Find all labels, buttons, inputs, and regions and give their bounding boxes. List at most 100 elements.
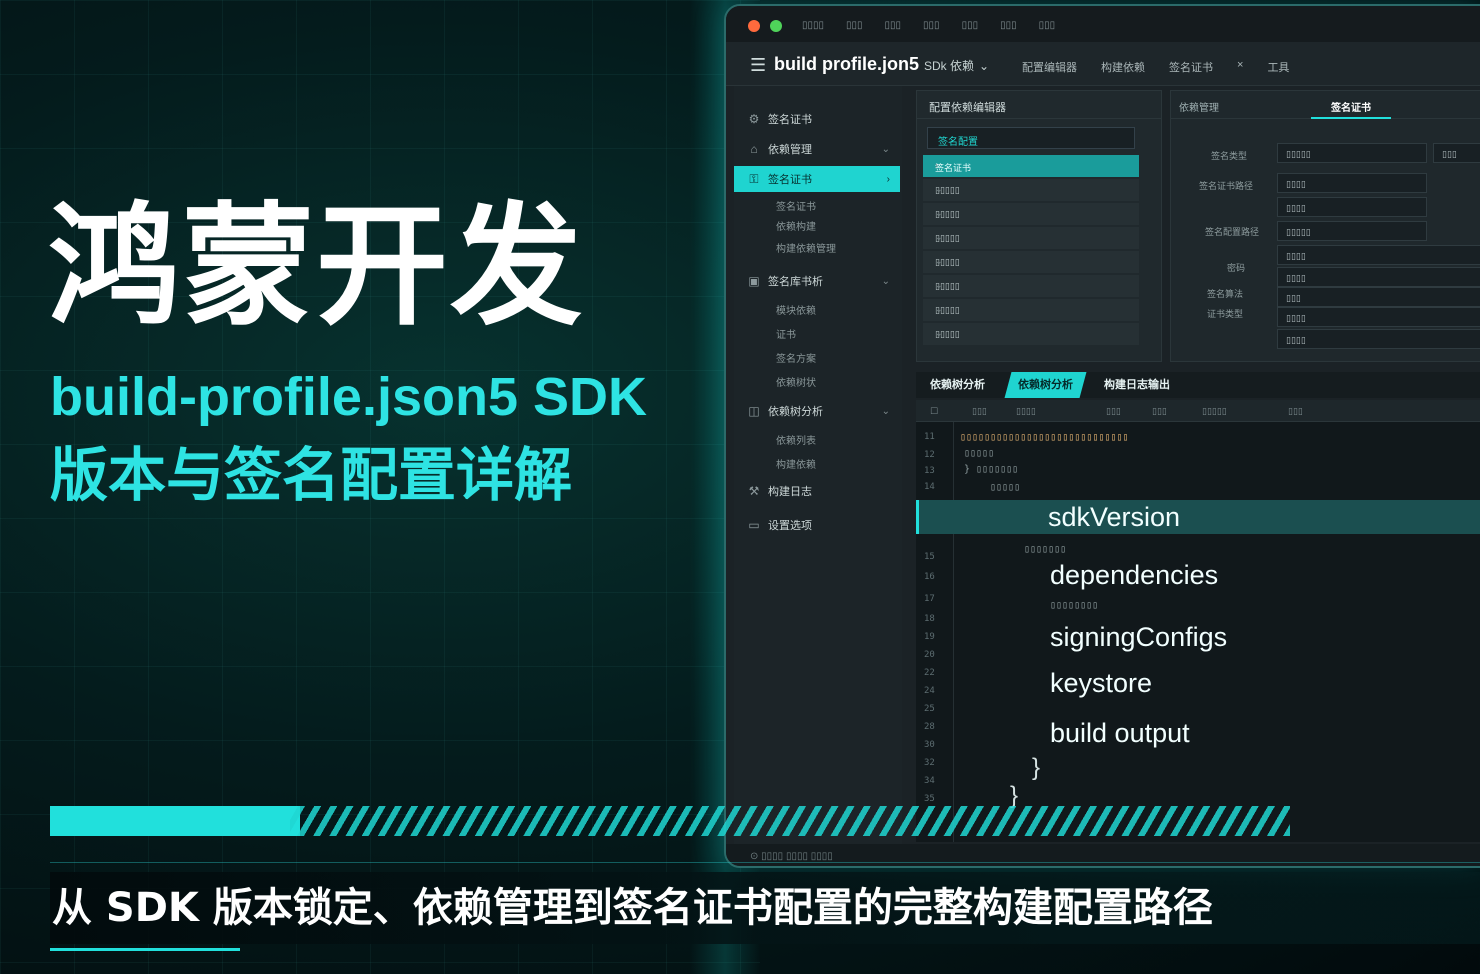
close-icon[interactable]: × bbox=[1237, 59, 1243, 75]
tab-signing[interactable]: 签名证书 bbox=[1331, 99, 1371, 114]
divider bbox=[50, 862, 1480, 863]
sidebar-item[interactable]: ◫ 依赖树分析 ⌄ bbox=[734, 398, 900, 424]
sidebar-subitem[interactable]: 签名方案 bbox=[776, 350, 816, 365]
chat-icon: ▭ bbox=[748, 518, 760, 532]
line-number-gutter: 11 12 13 14 12 13 15 16 17 18 19 20 22 2… bbox=[916, 422, 954, 842]
panel-header: 配置依赖编辑器 bbox=[917, 91, 1161, 119]
menu-item[interactable]: ▯▯▯▯ bbox=[802, 20, 824, 31]
sidebar-subitem[interactable]: 依赖列表 bbox=[776, 432, 816, 447]
code-key-sdkversion: sdkVersion bbox=[1048, 502, 1181, 532]
hero-subtitle-line1: build-profile.json5 SDK bbox=[50, 367, 648, 427]
tab-dependency-tree[interactable]: 依赖树分析 bbox=[920, 372, 995, 398]
active-tab-underline bbox=[1311, 117, 1391, 119]
sidebar-subitem[interactable]: 模块依赖 bbox=[776, 302, 816, 317]
tab-dependency-tree-active[interactable]: 依赖树分析 bbox=[1004, 372, 1087, 398]
sidebar-item[interactable]: ▭ 设置选项 bbox=[734, 512, 900, 538]
chevron-right-icon: › bbox=[886, 173, 890, 185]
box-icon: ▣ bbox=[748, 274, 760, 288]
form-field[interactable]: ▯▯▯▯ bbox=[1277, 307, 1480, 327]
code-key-signingconfigs: signingConfigs bbox=[1050, 622, 1228, 652]
close-dot[interactable] bbox=[748, 20, 760, 32]
form-label: 签名配置路径 bbox=[1205, 227, 1260, 237]
list-item[interactable]: ▯▯▯▯▯ ⌄ bbox=[923, 227, 1139, 249]
banner-text: 从 SDK 版本锁定、依赖管理到签名证书配置的完整构建配置路径 bbox=[52, 885, 1213, 931]
chevron-down-icon[interactable]: ⌄ bbox=[979, 59, 989, 73]
form-field[interactable]: ▯▯▯ bbox=[1433, 143, 1480, 163]
sidebar-item-active[interactable]: ⚿ 签名证书 › bbox=[734, 166, 900, 192]
code-key-build-output: build output bbox=[1050, 718, 1190, 748]
code-line: } ▯▯▯▯▯▯▯ bbox=[964, 464, 1019, 475]
sidebar: ⚙ 签名证书 ⌂ 依赖管理 ⌄ ⚿ 签名证书 › 签名证书 依赖构建 构建依赖管理 ▣ 签名… bbox=[734, 86, 902, 846]
config-select[interactable]: 签名配置 bbox=[927, 127, 1135, 149]
menu-item[interactable]: ▯▯▯ bbox=[1039, 20, 1056, 31]
form-label: 签名算法 bbox=[1207, 289, 1244, 299]
form-field[interactable]: ▯▯▯ bbox=[1277, 287, 1480, 307]
toolbar: ☰ build profile.jon5 SDk 依赖 ⌄ 配置编辑器 构建依赖… bbox=[726, 42, 1480, 86]
list-item[interactable]: ▯▯▯▯▯ ⌄ bbox=[923, 275, 1139, 297]
sidebar-subitem[interactable]: 证书 bbox=[776, 326, 796, 341]
toolbar-item[interactable]: 配置编辑器 bbox=[1022, 59, 1077, 75]
list-item[interactable]: ▯▯▯▯▯ ⌄ bbox=[923, 179, 1139, 201]
sidebar-item[interactable]: ⚒ 构建日志 bbox=[734, 478, 900, 504]
list-item[interactable]: ▯▯▯▯▯ ⌄ bbox=[923, 203, 1139, 225]
code-editor[interactable]: 11 12 13 14 12 13 15 16 17 18 19 20 22 2… bbox=[916, 422, 1480, 842]
sidebar-item[interactable]: ⚙ 签名证书 bbox=[734, 106, 900, 132]
title-bar: ▯▯▯▯ ▯▯▯ ▯▯▯ ▯▯▯ ▯▯▯ ▯▯▯ ▯▯▯ bbox=[726, 6, 1480, 42]
sidebar-item[interactable]: ⌂ 依赖管理 ⌄ bbox=[734, 136, 900, 162]
code-line: ▯▯▯▯▯ bbox=[964, 448, 995, 459]
accent-hatch bbox=[290, 806, 1290, 836]
list-item[interactable]: ▯▯▯▯▯ ⌄ bbox=[923, 323, 1139, 345]
closing-brace: } bbox=[1032, 754, 1041, 781]
form-field[interactable]: ▯▯▯▯▯ bbox=[1277, 221, 1427, 241]
sidebar-subitem[interactable]: 构建依赖管理 bbox=[776, 240, 836, 255]
form-select[interactable]: ▯▯▯▯ bbox=[1277, 173, 1427, 193]
list-item[interactable]: ▯▯▯▯▯ ⌄ bbox=[923, 251, 1139, 273]
form-tabs: 依赖管理 签名证书 bbox=[1171, 91, 1480, 119]
menu-icon[interactable]: ☰ bbox=[750, 55, 766, 76]
tree-icon: ◫ bbox=[748, 404, 760, 418]
toolbar-item[interactable]: 签名证书 bbox=[1169, 59, 1213, 75]
home-icon: ⌂ bbox=[750, 142, 758, 156]
menu-item[interactable]: ▯▯▯ bbox=[923, 20, 940, 31]
checkbox-icon[interactable]: ☐ bbox=[930, 406, 938, 417]
code-line: ▯▯▯▯▯▯▯▯ bbox=[1050, 600, 1099, 611]
chevron-down-icon[interactable]: ⌄ bbox=[882, 276, 890, 287]
sidebar-subitem[interactable]: 依赖树状 bbox=[776, 374, 816, 389]
log-icon: ⚒ bbox=[748, 484, 760, 498]
list-item[interactable]: ▯▯▯▯▯ ⌄ bbox=[923, 299, 1139, 321]
sidebar-subitem[interactable]: 依赖构建 bbox=[776, 218, 816, 233]
chevron-down-icon[interactable]: ⌄ bbox=[882, 144, 890, 155]
sidebar-subitem[interactable]: 构建依赖 bbox=[776, 456, 816, 471]
code-line: ▯▯▯▯▯ bbox=[990, 482, 1021, 493]
tab-build-log[interactable]: 构建日志输出 bbox=[1094, 372, 1180, 398]
bottom-tab-bar: 依赖树分析 依赖树分析 构建日志输出 bbox=[916, 372, 1480, 398]
form-field[interactable]: ▯▯▯▯ bbox=[1277, 267, 1480, 287]
menu-item[interactable]: ▯▯▯ bbox=[846, 20, 863, 31]
sidebar-subitem[interactable]: 签名证书 bbox=[776, 198, 816, 213]
menu-item[interactable]: ▯▯▯ bbox=[962, 20, 979, 31]
form-label: 证书类型 bbox=[1207, 309, 1244, 319]
maximize-dot[interactable] bbox=[770, 20, 782, 32]
toolbar-item[interactable]: 工具 bbox=[1267, 59, 1289, 75]
key-icon: ⚿ bbox=[749, 171, 759, 186]
tab-dependencies[interactable]: 依赖管理 bbox=[1179, 99, 1219, 114]
form-field[interactable]: ▯▯▯▯▯ bbox=[1277, 143, 1427, 163]
chevron-down-icon[interactable]: ⌄ bbox=[882, 406, 890, 417]
banner-accent bbox=[50, 948, 240, 951]
code-key-dependencies: dependencies bbox=[1050, 560, 1219, 590]
form-field[interactable]: ▯▯▯▯ bbox=[1277, 197, 1427, 217]
toolbar-title: build profile.jon5 SDk 依赖 ⌄ bbox=[774, 54, 990, 74]
menu-bar: ▯▯▯▯ ▯▯▯ ▯▯▯ ▯▯▯ ▯▯▯ ▯▯▯ ▯▯▯ bbox=[802, 20, 1055, 31]
gear-icon: ⚙ bbox=[748, 112, 760, 126]
toolbar-item[interactable]: 构建依赖 bbox=[1101, 59, 1145, 75]
accent-stripe bbox=[50, 806, 300, 836]
form-field[interactable]: ▯▯▯▯ bbox=[1277, 245, 1480, 265]
menu-item[interactable]: ▯▯▯ bbox=[885, 20, 902, 31]
status-bar: ⊙ ▯▯▯▯ ▯▯▯▯ ▯▯▯▯ bbox=[726, 844, 1480, 866]
menu-item[interactable]: ▯▯▯ bbox=[1000, 20, 1017, 31]
hero-title: 鸿蒙开发 bbox=[48, 190, 584, 344]
form-field[interactable]: ▯▯▯▯ bbox=[1277, 329, 1480, 349]
sidebar-item[interactable]: ▣ 签名库书析 ⌄ bbox=[734, 268, 900, 294]
list-item-active[interactable]: 签名证书 › bbox=[923, 155, 1139, 177]
toolbar-title-suffix: SDk 依赖 bbox=[924, 59, 975, 73]
